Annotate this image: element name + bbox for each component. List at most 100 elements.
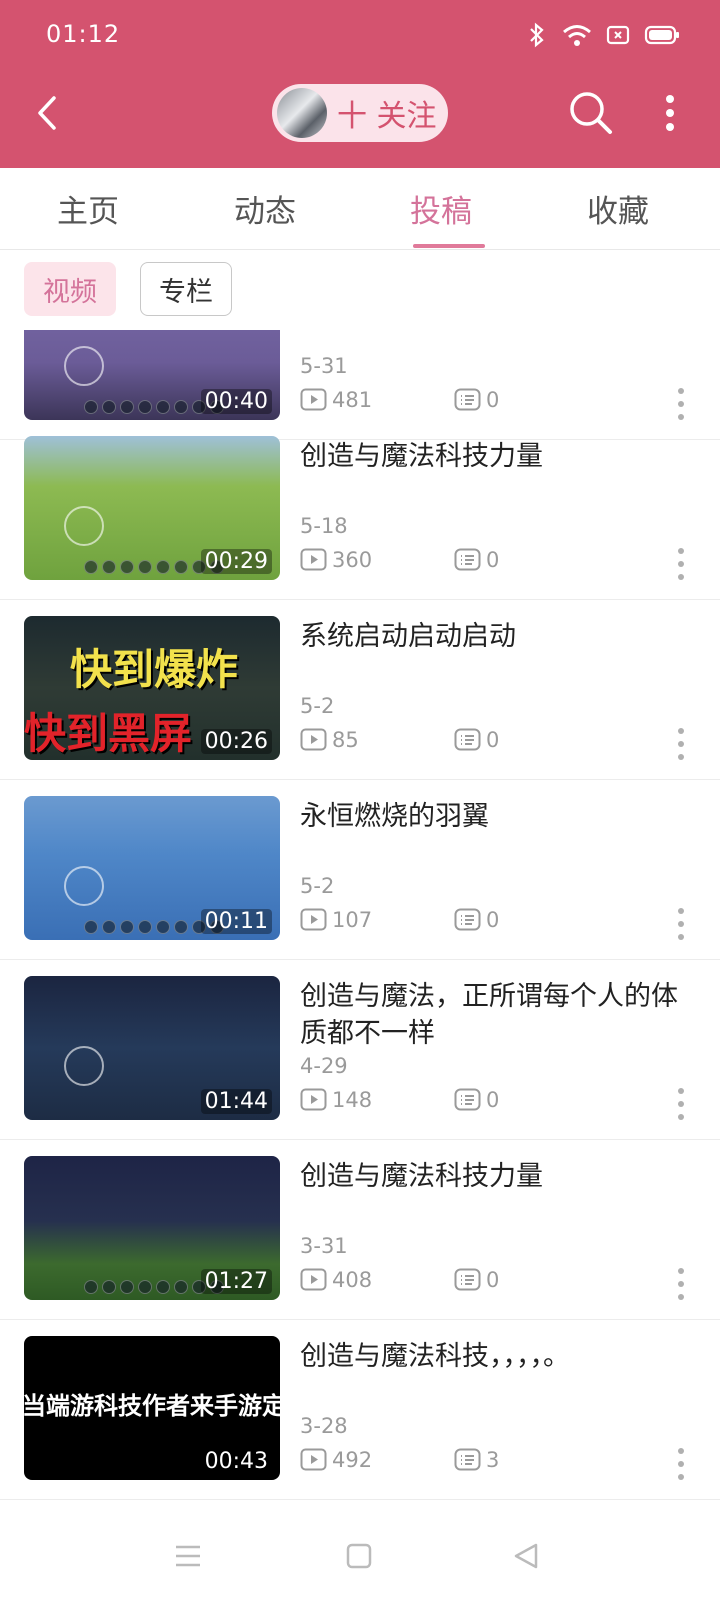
- list-item[interactable]: 01:27 创造与魔法科技力量 3-31 408 0: [0, 1136, 720, 1320]
- more-icon[interactable]: [660, 90, 680, 136]
- comment-icon: [454, 1088, 481, 1111]
- comment-count-value: 0: [486, 388, 500, 412]
- video-date: 5-18: [300, 514, 348, 538]
- play-count-value: 408: [332, 1268, 373, 1292]
- comment-count: 0: [454, 388, 499, 412]
- tab-active-indicator: [413, 244, 485, 248]
- comment-count: 0: [454, 908, 499, 932]
- play-count: 408: [300, 1268, 372, 1292]
- filter-column[interactable]: 专栏: [140, 262, 232, 316]
- video-title: 创造与魔法科技力量: [300, 1161, 543, 1192]
- sim-icon: [606, 24, 630, 50]
- search-icon[interactable]: [566, 88, 616, 138]
- kebab-icon[interactable]: [674, 726, 688, 762]
- video-duration: 01:27: [200, 1269, 272, 1294]
- play-count: 492: [300, 1448, 372, 1472]
- game-joystick: [64, 1046, 104, 1086]
- profile-tabs: 主页 动态 投稿 收藏: [0, 168, 720, 250]
- video-thumbnail[interactable]: 00:40: [24, 330, 280, 420]
- comment-count-value: 0: [486, 1088, 500, 1112]
- video-thumbnail[interactable]: 00:29: [24, 436, 280, 580]
- kebab-icon[interactable]: [674, 1086, 688, 1122]
- play-icon: [300, 908, 327, 931]
- comment-count: 0: [454, 548, 499, 572]
- video-title: 创造与魔法科技力量: [300, 441, 543, 472]
- list-item[interactable]: 快到爆炸 快到黑屏 00:26 系统启动启动启动 5-2 85 0: [0, 596, 720, 780]
- video-date: 4-29: [300, 1054, 348, 1078]
- comment-count-value: 0: [486, 908, 500, 932]
- tab-submissions[interactable]: 投稿: [381, 186, 501, 231]
- tab-dynamic[interactable]: 动态: [205, 186, 325, 231]
- comment-count-value: 0: [486, 728, 500, 752]
- thumbnail-caption: 当端游科技作者来手游定怪: [24, 1392, 280, 1420]
- game-joystick: [64, 506, 104, 546]
- video-duration: 00:40: [200, 389, 272, 414]
- play-count: 148: [300, 1088, 372, 1112]
- video-thumbnail[interactable]: 00:11: [24, 796, 280, 940]
- play-count-value: 107: [332, 908, 373, 932]
- app-header: 01:12 十 关注: [0, 0, 720, 168]
- comment-icon: [454, 548, 481, 571]
- comment-count-value: 0: [486, 1268, 500, 1292]
- video-title: 创造与魔法，正所谓每个人的体质都不一样: [300, 981, 678, 1049]
- video-duration: 00:43: [200, 1449, 272, 1474]
- kebab-icon[interactable]: [674, 906, 688, 942]
- game-joystick: [64, 346, 104, 386]
- system-nav-bar: [0, 1520, 720, 1600]
- comment-count: 0: [454, 1088, 499, 1112]
- play-count: 481: [300, 388, 372, 412]
- video-date: 5-2: [300, 874, 335, 898]
- video-date: 5-31: [300, 354, 348, 378]
- kebab-icon[interactable]: [674, 546, 688, 582]
- comment-count-value: 0: [486, 548, 500, 572]
- video-title: 创造与魔法科技，，，，。: [300, 1341, 570, 1372]
- tab-home[interactable]: 主页: [28, 186, 148, 231]
- follow-label: 十 关注: [337, 99, 437, 134]
- comment-count-value: 3: [486, 1448, 500, 1472]
- play-icon: [300, 548, 327, 571]
- content-filter: 视频 专栏: [0, 250, 720, 330]
- thumbnail-caption: 快到黑屏: [24, 709, 193, 758]
- video-thumbnail[interactable]: 01:44: [24, 976, 280, 1120]
- comment-icon: [454, 728, 481, 751]
- status-time: 01:12: [46, 20, 121, 48]
- video-duration: 00:11: [200, 909, 272, 934]
- kebab-icon[interactable]: [674, 1446, 688, 1482]
- comment-count: 0: [454, 728, 499, 752]
- play-count-value: 492: [332, 1448, 373, 1472]
- video-duration: 00:29: [200, 549, 272, 574]
- tab-favorites[interactable]: 收藏: [558, 186, 678, 231]
- filter-video[interactable]: 视频: [24, 262, 116, 316]
- video-title: 系统启动启动启动: [300, 621, 516, 652]
- list-item[interactable]: 00:11 永恒燃烧的羽翼 5-2 107 0: [0, 776, 720, 960]
- list-item[interactable]: 当端游科技作者来手游定怪 00:43 创造与魔法科技，，，，。 3-28 492…: [0, 1316, 720, 1500]
- video-thumbnail[interactable]: 01:27: [24, 1156, 280, 1300]
- video-date: 3-31: [300, 1234, 348, 1258]
- play-icon: [300, 1088, 327, 1111]
- video-list: 00:40 5-31 481 0 00:29 创造与魔法科技力量 5-18 36…: [0, 330, 720, 1520]
- video-thumbnail[interactable]: 快到爆炸 快到黑屏 00:26: [24, 616, 280, 760]
- play-icon: [300, 1448, 327, 1471]
- list-item[interactable]: 00:29 创造与魔法科技力量 5-18 360 0: [0, 416, 720, 600]
- back-nav-icon[interactable]: [512, 1542, 540, 1574]
- play-count-value: 360: [332, 548, 373, 572]
- status-bar: 01:12: [0, 0, 720, 70]
- avatar: [277, 88, 327, 138]
- video-thumbnail[interactable]: 当端游科技作者来手游定怪 00:43: [24, 1336, 280, 1480]
- comment-icon: [454, 908, 481, 931]
- comment-count: 3: [454, 1448, 499, 1472]
- play-icon: [300, 1268, 327, 1291]
- list-item[interactable]: 01:44 创造与魔法，正所谓每个人的体质都不一样 4-29 148 0: [0, 956, 720, 1140]
- play-count-value: 481: [332, 388, 373, 412]
- back-icon[interactable]: [28, 90, 68, 136]
- menu-icon[interactable]: [174, 1542, 202, 1574]
- battery-icon: [644, 24, 680, 50]
- follow-button[interactable]: 十 关注: [272, 84, 448, 142]
- play-icon: [300, 388, 327, 411]
- comment-icon: [454, 1448, 481, 1471]
- play-count-value: 85: [332, 728, 359, 752]
- kebab-icon[interactable]: [674, 1266, 688, 1302]
- video-date: 5-2: [300, 694, 335, 718]
- play-icon: [300, 728, 327, 751]
- home-icon[interactable]: [345, 1542, 373, 1574]
